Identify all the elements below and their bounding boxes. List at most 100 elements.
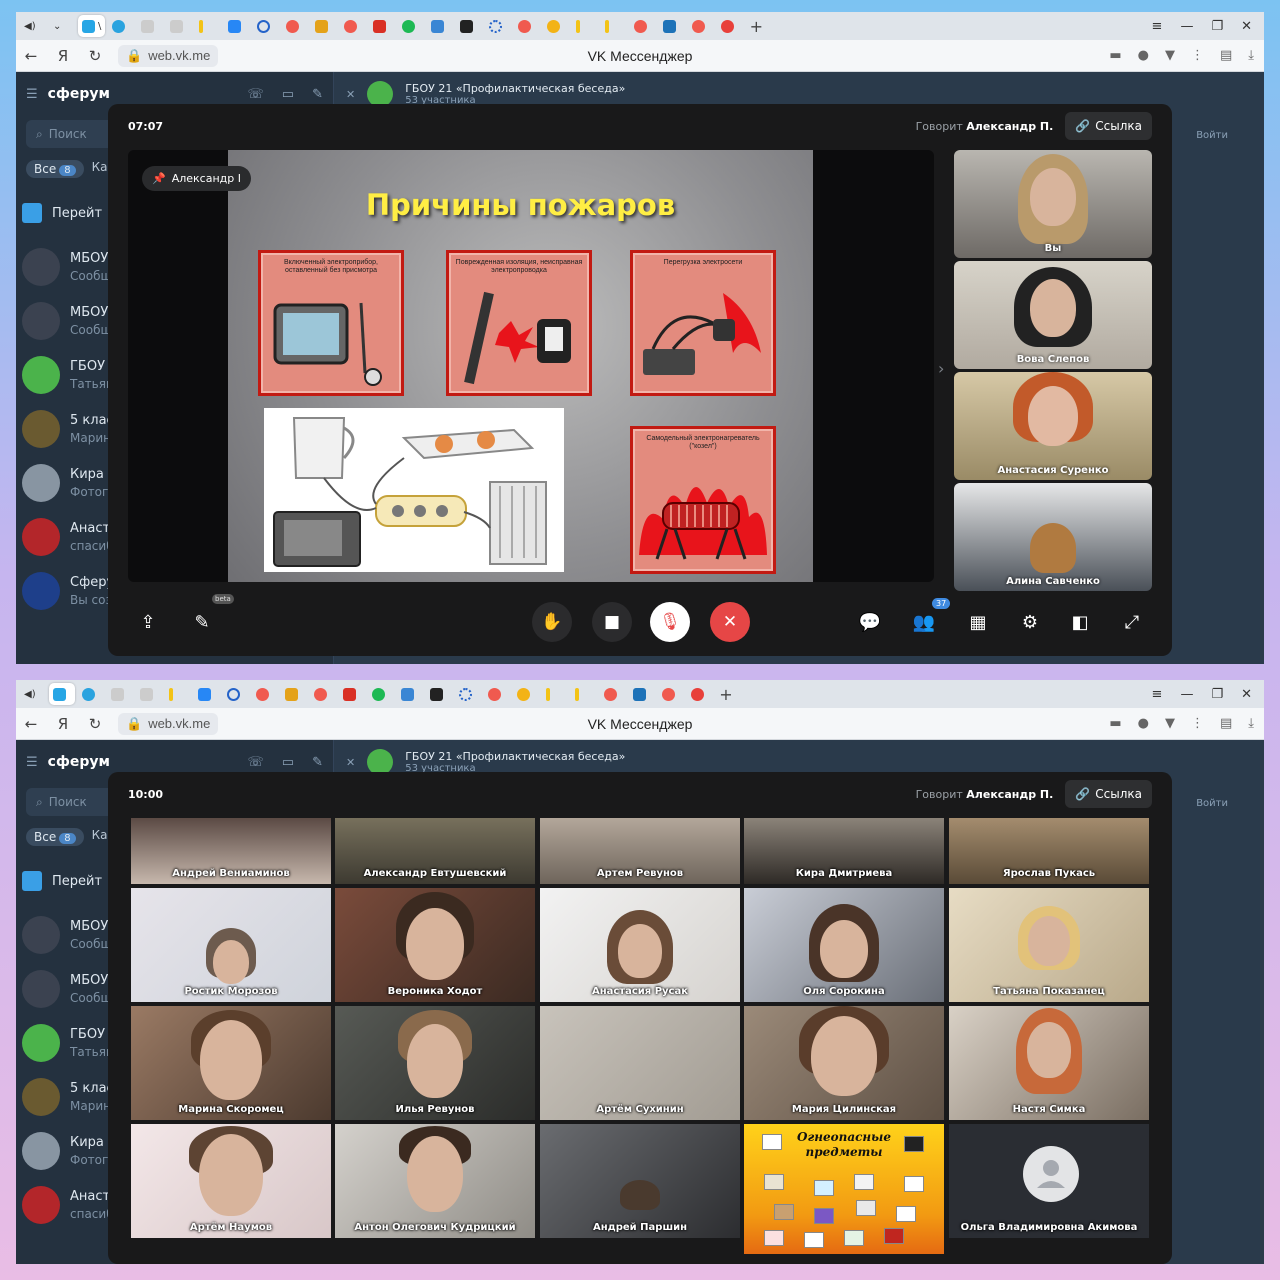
tab-vk[interactable] <box>194 683 220 705</box>
participant-tile-shared-poster[interactable]: Огнеопасные предметы <box>744 1124 944 1254</box>
tab-red-app[interactable] <box>717 15 743 37</box>
tab-doc-1[interactable] <box>107 683 133 705</box>
call-add-icon[interactable]: ☏ <box>248 755 264 770</box>
participant-tile[interactable]: Настя Симка <box>949 1006 1149 1120</box>
tab-check[interactable] <box>368 683 394 705</box>
camera-button[interactable]: ■ <box>592 602 632 642</box>
tab-check[interactable] <box>398 15 424 37</box>
participant-tile[interactable]: Андрей Паршин <box>540 1124 740 1238</box>
tabs-menu-icon[interactable]: ⌄ <box>49 15 75 37</box>
camera-icon[interactable]: ▬ <box>1109 48 1121 63</box>
tab-pdf[interactable] <box>369 15 395 37</box>
tab-crown[interactable] <box>281 683 307 705</box>
restore-icon[interactable]: ❐ <box>1211 19 1223 34</box>
layout-icon[interactable]: ◧ <box>1064 606 1096 638</box>
tab-yellow-2[interactable] <box>542 683 568 705</box>
tab-plus-site[interactable] <box>223 683 249 705</box>
tab-gear[interactable] <box>455 683 481 705</box>
tab-yandex-5[interactable] <box>688 15 714 37</box>
tab-pdf[interactable] <box>339 683 365 705</box>
back-icon[interactable]: ← <box>22 715 40 733</box>
microphone-icon[interactable]: ● <box>1138 48 1149 63</box>
participant-tile[interactable]: Мария Цилинская <box>744 1006 944 1120</box>
call-add-icon[interactable]: ☏ <box>248 87 264 102</box>
audio-icon[interactable]: ◀) <box>20 15 46 37</box>
camera-icon[interactable]: ▬ <box>1109 716 1121 731</box>
participant-tile[interactable]: Вы <box>954 150 1152 258</box>
filter-all[interactable]: Все 8 <box>26 828 84 846</box>
participant-tile[interactable]: Антон Олегович Кудрицкий <box>335 1124 535 1238</box>
download-icon[interactable]: ⤓ <box>1248 48 1254 63</box>
share-screen-icon[interactable]: ⇪ <box>132 606 164 638</box>
tab-gear[interactable] <box>485 15 511 37</box>
participant-tile[interactable]: Ярослав Пукась <box>949 818 1149 884</box>
participant-tile[interactable]: Оля Сорокина <box>744 888 944 1002</box>
minimize-icon[interactable]: — <box>1180 19 1193 34</box>
tab-yandex-2[interactable] <box>310 683 336 705</box>
participant-tile[interactable]: Артём Сухинин <box>540 1006 740 1120</box>
tab-four[interactable] <box>426 683 452 705</box>
participant-tile[interactable]: Анастасия Русак <box>540 888 740 1002</box>
close-icon[interactable]: ✕ <box>346 756 355 769</box>
tab-yellow-1[interactable] <box>165 683 191 705</box>
url-field[interactable]: 🔒 web.vk.me <box>118 44 219 67</box>
login-link[interactable]: Войти <box>1196 798 1228 809</box>
reload-icon[interactable]: ↻ <box>86 47 104 65</box>
tab-crown[interactable] <box>311 15 337 37</box>
link-button[interactable]: 🔗 Ссылка <box>1065 780 1152 808</box>
tab-chat[interactable] <box>513 683 539 705</box>
participant-tile[interactable]: Кира Дмитриева <box>744 818 944 884</box>
tab-doc-1[interactable] <box>137 15 163 37</box>
tab-vk[interactable] <box>224 15 250 37</box>
participant-tile[interactable]: Андрей Вениаминов <box>131 818 331 884</box>
minimize-icon[interactable]: — <box>1180 687 1193 702</box>
participant-tile[interactable]: Илья Ревунов <box>335 1006 535 1120</box>
bookmark-icon[interactable]: ▼ <box>1165 48 1175 63</box>
more-icon[interactable]: ⋮ <box>1191 48 1204 63</box>
participant-tile[interactable]: Марина Скоромец <box>131 1006 331 1120</box>
fullscreen-icon[interactable]: ⤢ <box>1116 606 1148 638</box>
participant-tile[interactable]: Александр Евтушевский <box>335 818 535 884</box>
tab-yellow-3[interactable] <box>571 683 597 705</box>
settings-icon[interactable]: ⚙ <box>1014 606 1046 638</box>
filter-all[interactable]: Все 8 <box>26 160 84 178</box>
more-icon[interactable]: ⋮ <box>1191 716 1204 731</box>
tab-book[interactable] <box>659 15 685 37</box>
participant-tile[interactable]: Алина Савченко <box>954 483 1152 591</box>
raise-hand-button[interactable]: ✋ <box>532 602 572 642</box>
tab-telegram[interactable] <box>78 683 104 705</box>
participant-tile[interactable]: Ольга Владимировна Акимова <box>949 1124 1149 1238</box>
mute-microphone-button[interactable]: 🎙 <box>650 602 690 642</box>
pinned-speaker-badge[interactable]: 📌 Александр I <box>142 166 251 191</box>
yandex-browser-icon[interactable]: Я <box>54 47 72 65</box>
tab-yandex-2[interactable] <box>340 15 366 37</box>
archive-icon[interactable]: ▭ <box>282 755 294 770</box>
compose-icon[interactable]: ✎ <box>312 755 323 770</box>
reader-icon[interactable]: ▤ <box>1220 716 1232 731</box>
restore-icon[interactable]: ❐ <box>1211 687 1223 702</box>
reload-icon[interactable]: ↻ <box>86 715 104 733</box>
tab-vk-messenger[interactable] <box>49 683 75 705</box>
participant-tile[interactable]: Татьяна Показанец <box>949 888 1149 1002</box>
tab-yellow-1[interactable] <box>195 15 221 37</box>
tab-cloud[interactable] <box>397 683 423 705</box>
tab-yandex-3[interactable] <box>514 15 540 37</box>
tab-yandex-1[interactable] <box>282 15 308 37</box>
link-button[interactable]: 🔗 Ссылка <box>1065 112 1152 140</box>
menu-icon[interactable]: ≡ <box>1152 19 1163 34</box>
participant-tile[interactable]: Артём Наумов <box>131 1124 331 1238</box>
tab-yellow-2[interactable] <box>572 15 598 37</box>
compose-icon[interactable]: ✎ <box>312 87 323 102</box>
tab-book[interactable] <box>629 683 655 705</box>
chevron-right-icon[interactable]: › <box>938 359 944 378</box>
chat-icon[interactable]: 💬 <box>854 606 886 638</box>
tab-yellow-3[interactable] <box>601 15 627 37</box>
end-call-button[interactable]: ✕ <box>710 602 750 642</box>
tab-cloud[interactable] <box>427 15 453 37</box>
tab-doc-2[interactable] <box>136 683 162 705</box>
archive-icon[interactable]: ▭ <box>282 87 294 102</box>
participant-tile[interactable]: Анастасия Суренко <box>954 372 1152 480</box>
participant-tile[interactable]: Вова Слепов <box>954 261 1152 369</box>
hamburger-icon[interactable]: ☰ <box>26 755 38 770</box>
tab-yandex-3[interactable] <box>484 683 510 705</box>
